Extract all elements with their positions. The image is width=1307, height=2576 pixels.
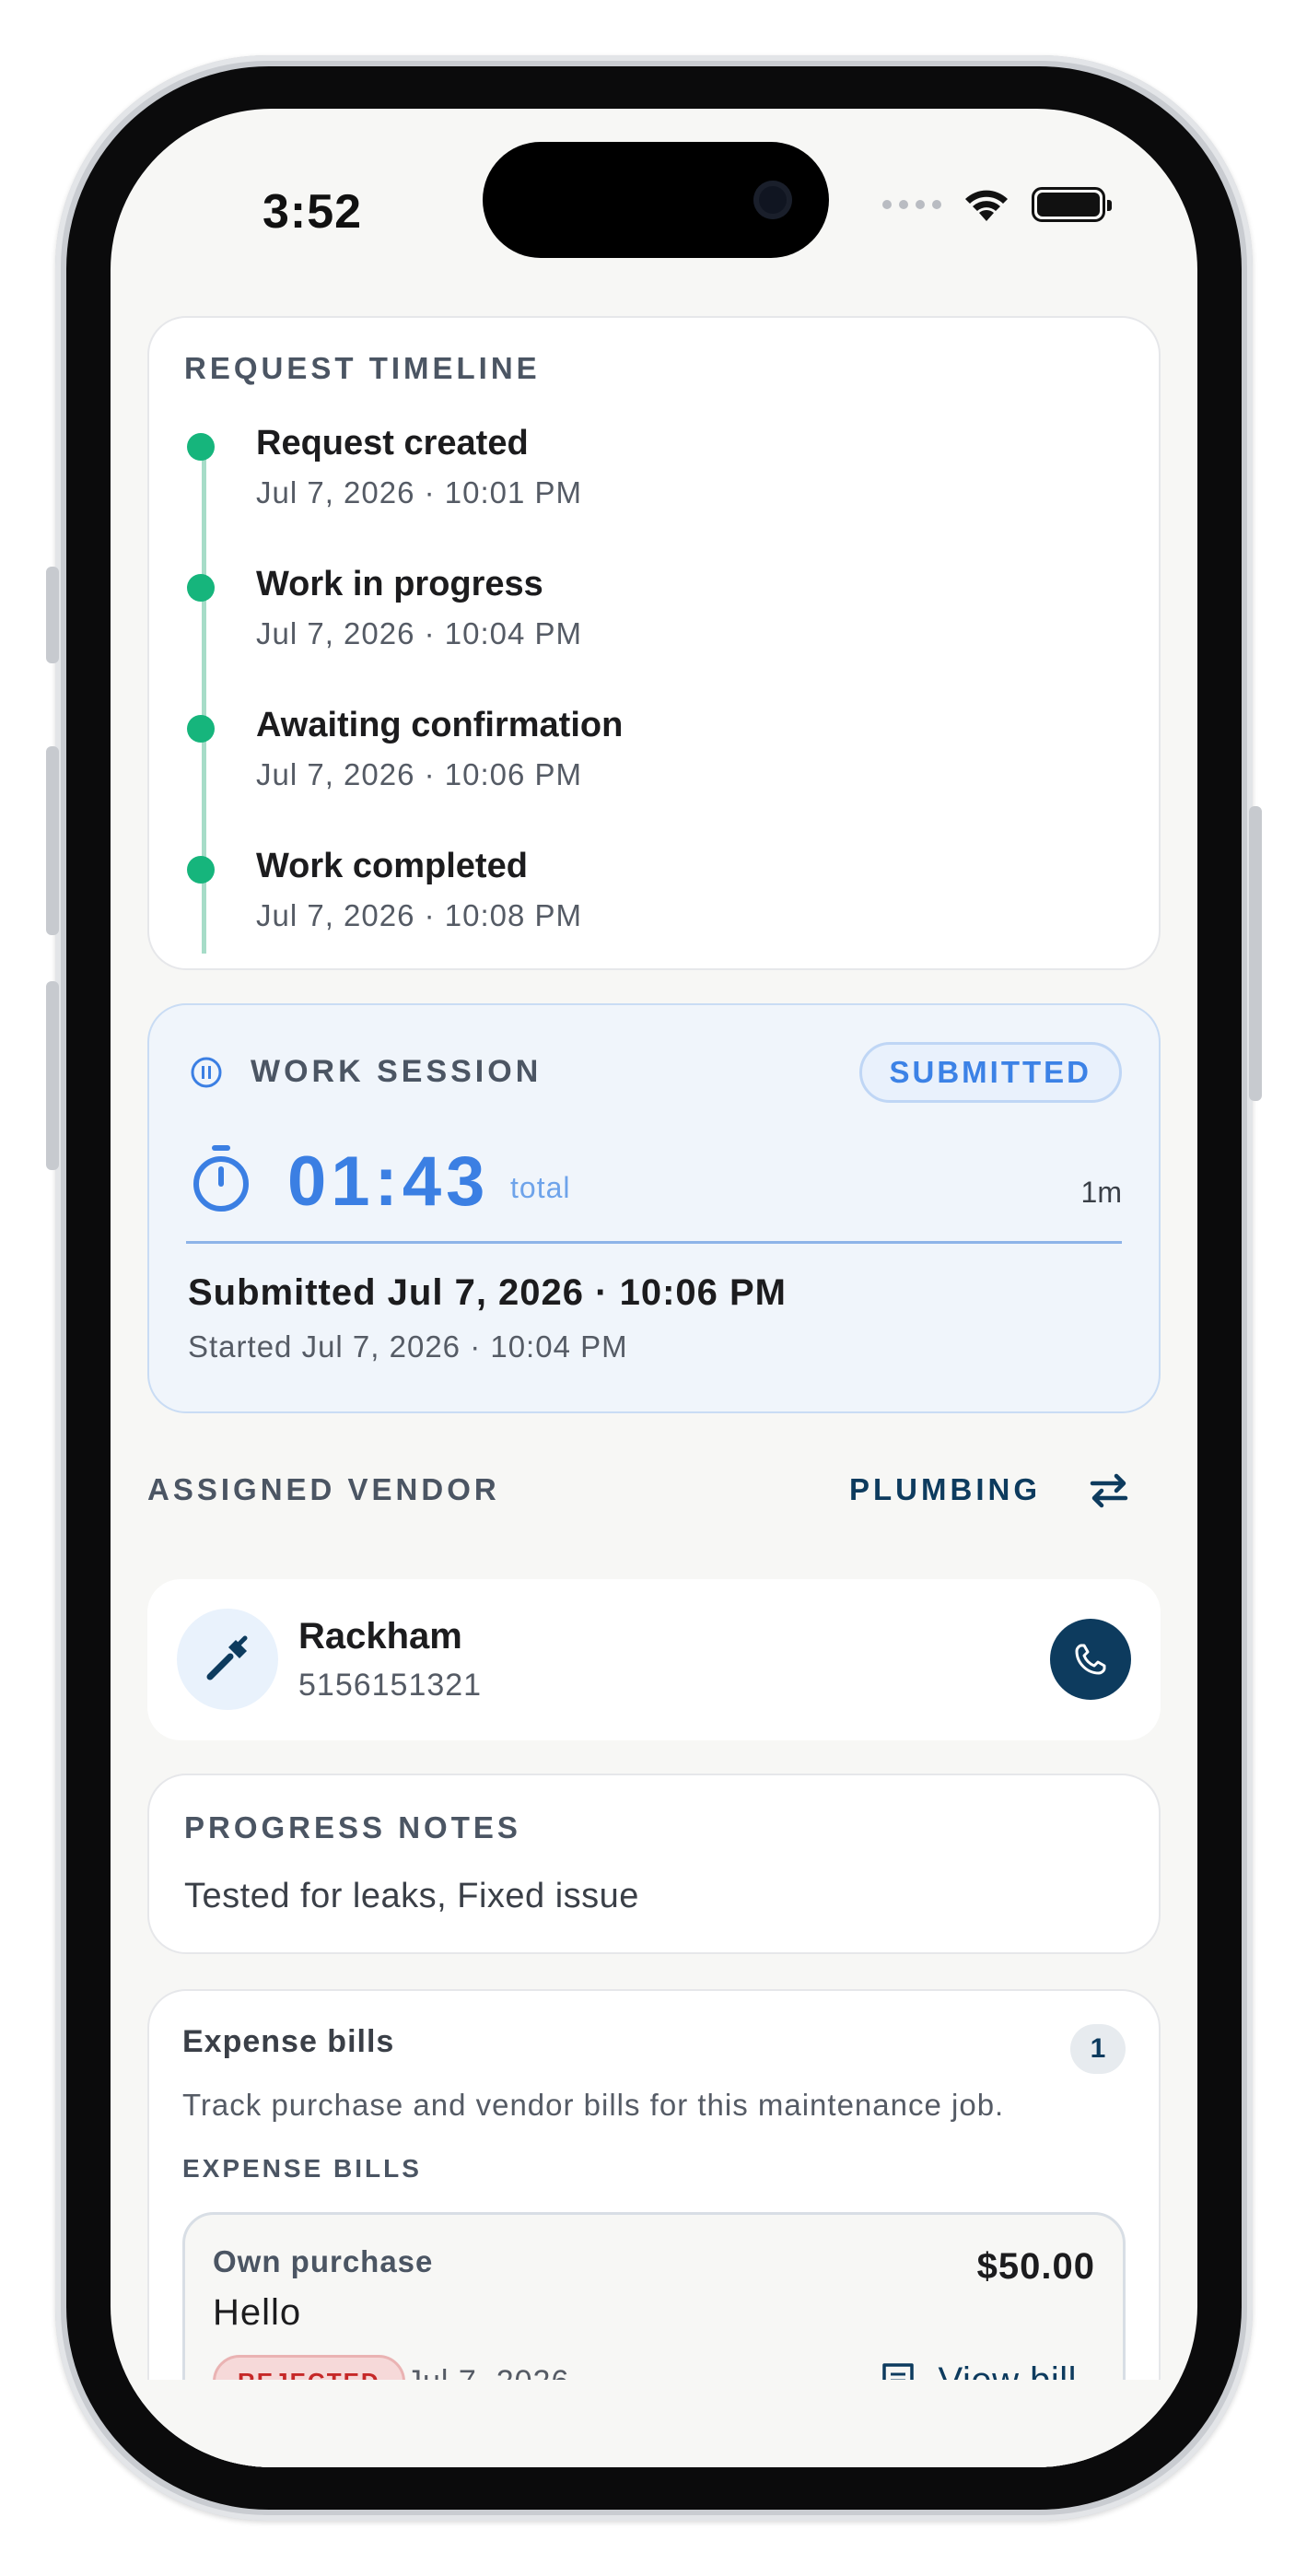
battery-icon <box>1032 187 1112 222</box>
timeline-dot <box>187 715 215 743</box>
call-button[interactable] <box>1050 1619 1131 1700</box>
screen: 3:52 REQUEST TIMELINE Request created Ju… <box>111 109 1197 2467</box>
timeline-dot <box>187 856 215 884</box>
pause-circle-icon <box>191 1057 222 1088</box>
dynamic-island <box>483 142 829 258</box>
assigned-vendor-header: ASSIGNED VENDOR PLUMBING <box>147 1413 1161 1579</box>
bottom-safe-area <box>111 2380 1197 2467</box>
timeline-item-time: Jul 7, 2026 · 10:01 PM <box>256 475 583 509</box>
swap-icon[interactable] <box>1085 1470 1133 1511</box>
expense-bills-subtitle: Track purchase and vendor bills for this… <box>182 2088 1005 2122</box>
timeline-dot <box>187 433 215 461</box>
timeline-item-title: Awaiting confirmation <box>256 706 624 744</box>
bill-type: Own purchase <box>213 2244 434 2278</box>
scroll-content[interactable]: REQUEST TIMELINE Request created Jul 7, … <box>147 316 1161 2467</box>
action-button <box>46 567 59 663</box>
status-badge: SUBMITTED <box>858 1042 1122 1103</box>
progress-notes-title: PROGRESS NOTES <box>184 1810 521 1844</box>
expense-bills-list-label: EXPENSE BILLS <box>182 2154 422 2183</box>
count-badge: 1 <box>1070 2024 1126 2074</box>
volume-down-button <box>46 981 59 1170</box>
timeline-dot <box>187 574 215 602</box>
status-indicators <box>882 186 1112 223</box>
timeline-item-time: Jul 7, 2026 · 10:08 PM <box>256 898 583 932</box>
timeline-item-title: Request created <box>256 424 529 463</box>
timeline-title: REQUEST TIMELINE <box>184 351 541 385</box>
vendor-card[interactable]: Rackham 5156151321 <box>147 1579 1161 1740</box>
timeline-item-title: Work completed <box>256 847 528 885</box>
bill-amount: $50.00 <box>976 2246 1095 2287</box>
cellular-signal-icon <box>882 200 941 209</box>
vendor-phone: 5156151321 <box>298 1668 483 1703</box>
progress-notes-card: PROGRESS NOTES Tested for leaks, Fixed i… <box>147 1774 1161 1954</box>
work-session-card: WORK SESSION SUBMITTED 01:43 total 1m Su… <box>147 1003 1161 1413</box>
timer-value: 01:43 <box>287 1142 490 1221</box>
volume-up-button <box>46 746 59 935</box>
phone-icon <box>1075 1644 1106 1675</box>
timeline-item-time: Jul 7, 2026 · 10:06 PM <box>256 757 583 791</box>
timeline-item-title: Work in progress <box>256 565 543 603</box>
bill-title: Hello <box>213 2292 302 2333</box>
status-time: 3:52 <box>263 185 363 239</box>
divider <box>186 1241 1122 1244</box>
wifi-icon <box>965 190 1008 221</box>
vendor-category[interactable]: PLUMBING <box>849 1472 1041 1507</box>
timer-suffix: total <box>510 1171 571 1204</box>
avatar <box>177 1609 278 1710</box>
session-duration: 1m <box>1080 1176 1122 1209</box>
request-timeline-card: REQUEST TIMELINE Request created Jul 7, … <box>147 316 1161 970</box>
power-button <box>1249 806 1262 1101</box>
started-time: Started Jul 7, 2026 · 10:04 PM <box>188 1329 628 1364</box>
vendor-name: Rackham <box>298 1616 462 1657</box>
submitted-time: Submitted Jul 7, 2026 · 10:06 PM <box>188 1272 787 1313</box>
expense-bills-title: Expense bills <box>182 2024 395 2059</box>
camera-icon <box>753 181 792 219</box>
timeline-item-time: Jul 7, 2026 · 10:04 PM <box>256 616 583 650</box>
wrench-icon <box>206 1635 248 1680</box>
progress-notes-text: Tested for leaks, Fixed issue <box>184 1877 639 1915</box>
stopwatch-icon <box>193 1145 249 1212</box>
work-session-title: WORK SESSION <box>251 1054 543 1089</box>
assigned-vendor-label: ASSIGNED VENDOR <box>147 1472 500 1506</box>
